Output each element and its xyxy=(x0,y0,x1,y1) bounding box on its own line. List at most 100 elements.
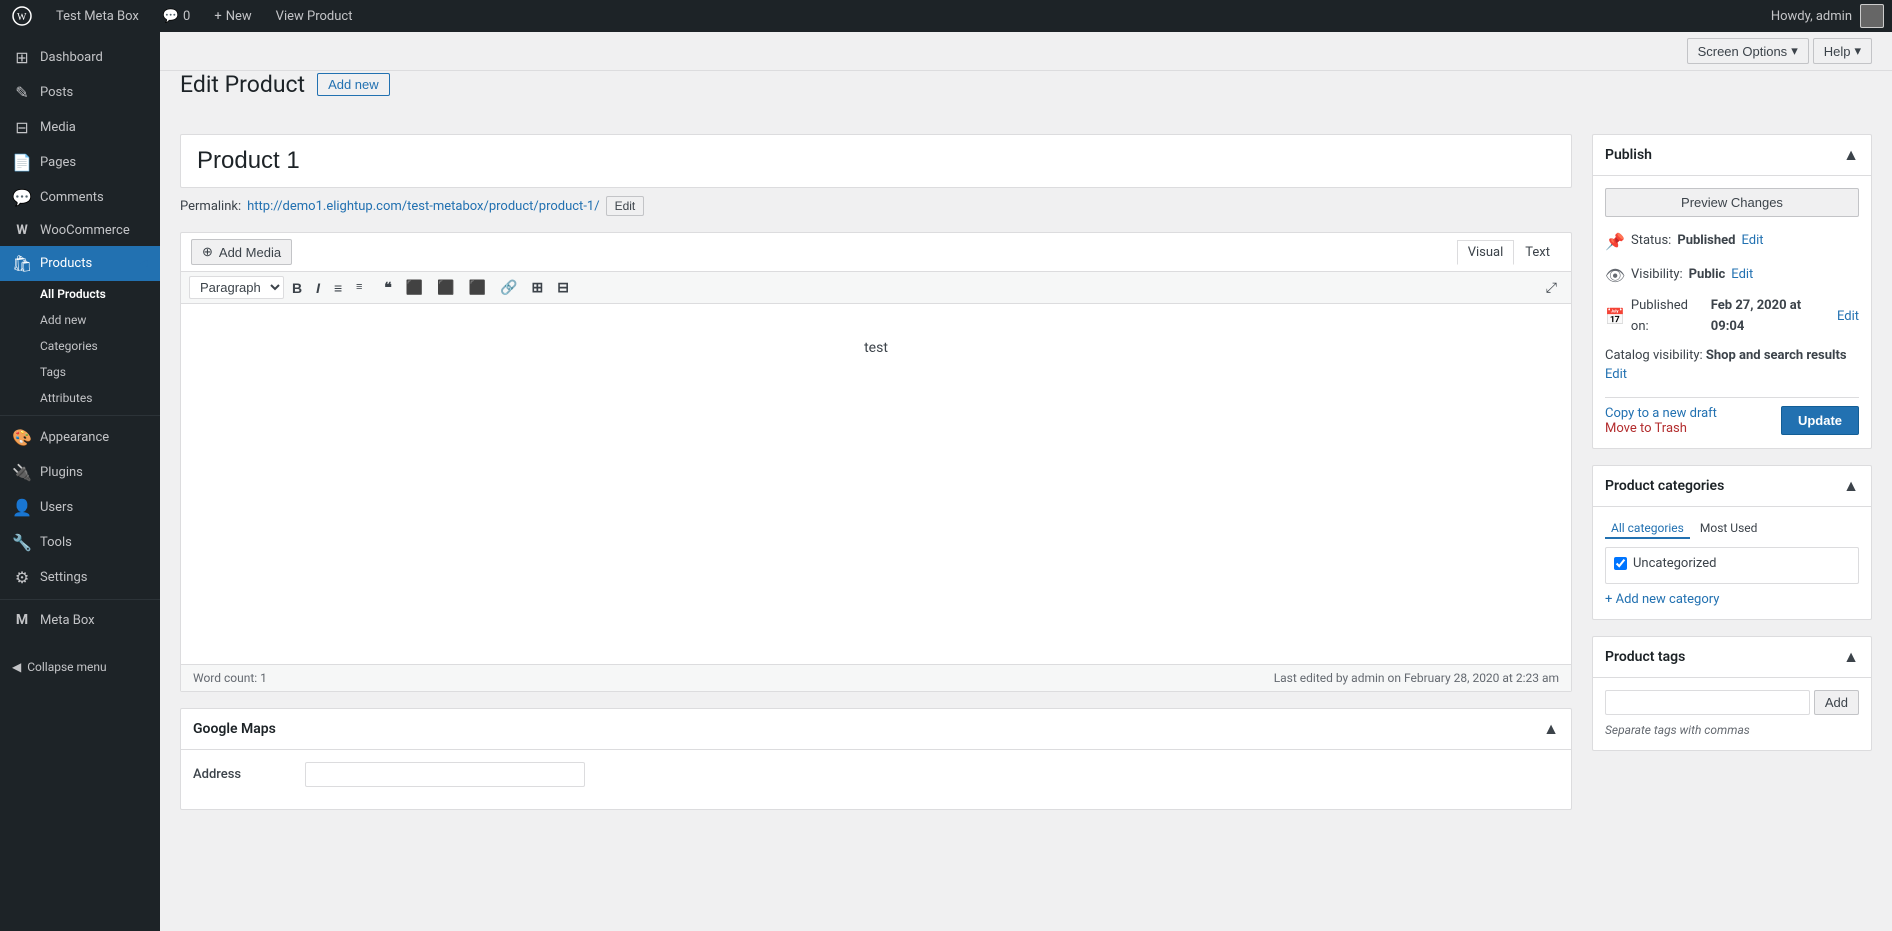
submenu-item-categories[interactable]: Categories xyxy=(0,333,160,359)
tags-input[interactable] xyxy=(1605,690,1810,715)
sidebar-item-label: Users xyxy=(40,500,73,515)
uncategorized-checkbox[interactable] xyxy=(1614,557,1627,570)
submenu-label: Attributes xyxy=(40,391,92,405)
add-new-category-link[interactable]: + Add new category xyxy=(1605,592,1719,607)
insert-link-button[interactable]: 🔗 xyxy=(494,276,523,299)
submenu-item-tags[interactable]: Tags xyxy=(0,359,160,385)
table-btn[interactable]: ⊟ xyxy=(551,276,575,299)
screen-options-button[interactable]: Screen Options ▾ xyxy=(1687,38,1809,64)
submenu-item-add-new[interactable]: Add new xyxy=(0,307,160,333)
categories-toggle-icon: ▲ xyxy=(1843,476,1859,496)
visibility-icon: 👁 xyxy=(1605,263,1625,289)
published-edit-link[interactable]: Edit xyxy=(1837,307,1859,328)
menu-separator xyxy=(0,415,160,416)
sidebar-item-products[interactable]: 🛍 Products ◀ xyxy=(0,246,160,281)
tab-all-categories[interactable]: All categories xyxy=(1605,519,1690,539)
copy-draft-link[interactable]: Copy to a new draft xyxy=(1605,406,1717,421)
comment-count: 0 xyxy=(183,9,190,24)
categories-panel-header[interactable]: Product categories ▲ xyxy=(1593,466,1871,507)
align-right-button[interactable]: ⬛ xyxy=(463,276,492,299)
view-product-label: View Product xyxy=(276,9,353,24)
plus-icon: + xyxy=(214,9,221,24)
collapse-icon: ◀ xyxy=(12,660,21,674)
paragraph-select[interactable]: Paragraph xyxy=(189,276,284,299)
status-edit-link[interactable]: Edit xyxy=(1741,231,1763,252)
google-maps-header[interactable]: Google Maps ▲ xyxy=(181,709,1571,750)
sidebar-item-media[interactable]: ⊟ Media xyxy=(0,110,160,145)
move-to-trash-link[interactable]: Move to Trash xyxy=(1605,421,1687,436)
add-new-button[interactable]: Add new xyxy=(317,73,390,96)
address-field: Address xyxy=(193,762,1559,787)
preview-changes-button[interactable]: Preview Changes xyxy=(1605,188,1859,217)
insert-table-button[interactable]: ⊞ xyxy=(525,276,549,299)
tab-most-used[interactable]: Most Used xyxy=(1694,519,1764,539)
tags-panel-title: Product tags xyxy=(1605,649,1685,665)
post-title-input[interactable] xyxy=(180,134,1572,188)
admin-bar-left: W Test Meta Box 💬 0 + New View Product xyxy=(8,6,356,26)
editor-toolbar-top: ⊕ Add Media Visual Text xyxy=(181,233,1571,272)
admin-avatar[interactable] xyxy=(1860,4,1884,28)
unordered-list-button[interactable]: ≡ xyxy=(328,277,348,299)
google-maps-title: Google Maps xyxy=(193,721,276,737)
sidebar-item-posts[interactable]: ✎ Posts xyxy=(0,75,160,110)
fullscreen-button[interactable]: ⤢ xyxy=(1540,276,1563,299)
ordered-list-button[interactable]: ≡ xyxy=(350,276,376,299)
align-center-button[interactable]: ⬛ xyxy=(431,276,460,299)
sidebar-item-pages[interactable]: 📄 Pages xyxy=(0,145,160,180)
sidebar-item-woocommerce[interactable]: W WooCommerce xyxy=(0,215,160,246)
catalog-value: Shop and search results xyxy=(1706,348,1847,363)
editor-box: ⊕ Add Media Visual Text Paragraph xyxy=(180,232,1572,692)
posts-icon: ✎ xyxy=(12,83,32,102)
add-media-button[interactable]: ⊕ Add Media xyxy=(191,239,292,265)
sidebar-item-appearance[interactable]: 🎨 Appearance xyxy=(0,420,160,455)
sidebar-item-dashboard[interactable]: ⊞ Dashboard xyxy=(0,40,160,75)
menu-separator-2 xyxy=(0,599,160,600)
tags-add-button[interactable]: Add xyxy=(1814,690,1859,715)
wp-logo-item[interactable]: W xyxy=(8,6,36,26)
site-name-item[interactable]: Test Meta Box xyxy=(52,9,143,24)
sidebar-item-tools[interactable]: 🔧 Tools xyxy=(0,525,160,560)
submenu-label: Add new xyxy=(40,313,86,327)
help-button[interactable]: Help ▾ xyxy=(1813,38,1872,64)
address-input[interactable] xyxy=(305,762,585,787)
sidebar-item-label: Products xyxy=(40,256,92,271)
new-item[interactable]: + New xyxy=(210,9,255,24)
visibility-row: 👁 Visibility: Public Edit xyxy=(1605,263,1859,289)
main-content: Screen Options ▾ Help ▾ Edit Product Add… xyxy=(160,32,1892,931)
sidebar-item-settings[interactable]: ⚙ Settings xyxy=(0,560,160,595)
collapse-menu-btn[interactable]: ◀ Collapse menu xyxy=(0,652,160,682)
svg-text:W: W xyxy=(17,12,27,23)
tags-panel-header[interactable]: Product tags ▲ xyxy=(1593,637,1871,678)
text-tab[interactable]: Text xyxy=(1514,240,1561,265)
sidebar-item-comments[interactable]: 💬 Comments xyxy=(0,180,160,215)
published-value: Feb 27, 2020 at 09:04 xyxy=(1711,296,1831,338)
comment-icon: 💬 xyxy=(163,9,179,24)
submenu-item-attributes[interactable]: Attributes xyxy=(0,385,160,411)
view-product-item[interactable]: View Product xyxy=(272,9,357,24)
help-chevron-icon: ▾ xyxy=(1854,43,1861,59)
blockquote-button[interactable]: ❝ xyxy=(378,276,398,299)
sidebar-item-label: Dashboard xyxy=(40,50,103,65)
sidebar-item-label: Tools xyxy=(40,535,72,550)
tools-icon: 🔧 xyxy=(12,533,32,552)
editor-main: Permalink: http://demo1.elightup.com/tes… xyxy=(180,134,1572,826)
plugins-icon: 🔌 xyxy=(12,463,32,482)
italic-button[interactable]: I xyxy=(310,277,326,299)
woocommerce-icon: W xyxy=(12,223,32,238)
publish-panel-header[interactable]: Publish ▲ xyxy=(1593,135,1871,176)
align-left-button[interactable]: ⬛ xyxy=(400,276,429,299)
sidebar-item-users[interactable]: 👤 Users xyxy=(0,490,160,525)
permalink-edit-button[interactable]: Edit xyxy=(606,196,645,216)
comments-item[interactable]: 💬 0 xyxy=(159,9,195,24)
catalog-edit-link[interactable]: Edit xyxy=(1605,365,1859,385)
update-button[interactable]: Update xyxy=(1781,406,1859,435)
editor-content-area[interactable]: test xyxy=(181,304,1571,664)
sidebar-item-metabox[interactable]: M Meta Box xyxy=(0,604,160,636)
visual-tab[interactable]: Visual xyxy=(1457,240,1515,265)
sidebar-item-plugins[interactable]: 🔌 Plugins xyxy=(0,455,160,490)
submenu-item-all-products[interactable]: All Products xyxy=(0,281,160,307)
bold-button[interactable]: B xyxy=(286,277,308,299)
visibility-edit-link[interactable]: Edit xyxy=(1731,265,1753,286)
publish-info: 📌 Status: Published Edit 👁 Visibility: P… xyxy=(1605,229,1859,338)
permalink-url[interactable]: http://demo1.elightup.com/test-metabox/p… xyxy=(247,199,599,214)
